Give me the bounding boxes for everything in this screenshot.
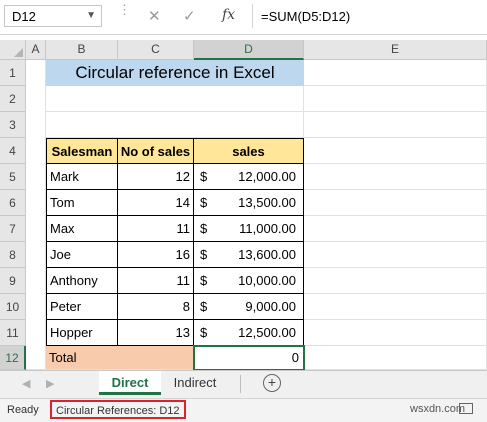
column-header-e[interactable]: E [304,40,487,60]
amount-value: 13,600.00 [238,247,296,262]
row-header[interactable]: 5 [0,164,26,190]
row-header[interactable]: 7 [0,216,26,242]
row-header[interactable]: 6 [0,190,26,216]
column-header-c[interactable]: C [118,40,194,60]
grid-cell[interactable] [304,164,487,190]
currency-symbol: $ [200,299,208,314]
grid-cell[interactable] [46,112,304,138]
salesman-cell[interactable]: Max [46,216,118,242]
grid-cell[interactable] [304,112,487,138]
row-header[interactable]: 8 [0,242,26,268]
currency-symbol: $ [200,273,208,288]
sales-amount-cell[interactable]: $12,500.00 [194,320,304,346]
column-header-b[interactable]: B [46,40,118,60]
amount-value: 13,500.00 [238,195,296,210]
header-sales[interactable]: sales [194,138,304,164]
row-header[interactable]: 10 [0,294,26,320]
amount-value: 11,000.00 [239,221,296,236]
grid-cell[interactable] [304,216,487,242]
check-icon[interactable]: ✓ [183,7,196,25]
amount-value: 12,500.00 [238,325,296,340]
row-header[interactable]: 3 [0,112,26,138]
currency-symbol: $ [200,169,208,184]
chevron-down-icon[interactable]: ▼ [86,10,96,21]
currency-symbol: $ [200,247,208,262]
circular-references-indicator[interactable]: Circular References: D12 [50,400,186,419]
cancel-icon[interactable]: ✕ [148,7,161,25]
sales-amount-cell[interactable]: $9,000.00 [194,294,304,320]
tab-indirect[interactable]: Indirect [163,371,227,395]
tab-divider [240,375,241,393]
sales-amount-cell[interactable]: $12,000.00 [194,164,304,190]
column-header-a[interactable]: A [26,40,46,60]
tab-direct[interactable]: Direct [99,371,161,395]
header-salesman[interactable]: Salesman [46,138,118,164]
formula-text: =SUM(D5:D12) [261,9,351,24]
tab-scroll-left-icon[interactable]: ◀ [22,377,30,390]
status-ready: Ready [7,404,39,416]
grid-cell[interactable] [46,86,304,112]
total-label-cell[interactable]: Total [46,346,194,370]
grid-cell[interactable] [304,346,487,370]
sales-count-cell[interactable]: 14 [118,190,194,216]
insert-function-icon[interactable]: fx [222,7,235,23]
row-header[interactable]: 11 [0,320,26,346]
row-header[interactable]: 1 [0,60,26,86]
salesman-cell[interactable]: Peter [46,294,118,320]
salesman-cell[interactable]: Anthony [46,268,118,294]
sales-count-cell[interactable]: 11 [118,268,194,294]
grid-cell[interactable] [304,86,487,112]
watermark: wsxdn.com [410,403,466,415]
grid-cell[interactable] [304,294,487,320]
name-box[interactable]: D12 ▼ [4,5,102,27]
sales-count-cell[interactable]: 11 [118,216,194,242]
currency-symbol: $ [200,221,208,236]
header-no-of-sales[interactable]: No of sales [118,138,194,164]
amount-value: 12,000.00 [238,169,296,184]
row-header[interactable]: 9 [0,268,26,294]
currency-symbol: $ [200,325,208,340]
sales-count-cell[interactable]: 12 [118,164,194,190]
normal-view-icon[interactable] [459,403,473,414]
sales-count-cell[interactable]: 13 [118,320,194,346]
salesman-cell[interactable]: Hopper [46,320,118,346]
formula-bar: D12 ▼ ⋮ ✕ ✓ fx =SUM(D5:D12) [0,0,487,35]
tab-scroll-right-icon[interactable]: ▶ [46,377,54,390]
column-header-d[interactable]: D [194,40,304,60]
sheet-tab-bar: ◀ ▶ Direct Indirect + [0,370,487,399]
row-header[interactable]: 12 [0,346,26,370]
sales-amount-cell[interactable]: $13,600.00 [194,242,304,268]
row-header[interactable]: 4 [0,138,26,164]
grid-cell[interactable] [304,138,487,164]
sales-count-cell[interactable]: 16 [118,242,194,268]
formula-input[interactable]: =SUM(D5:D12) [252,4,487,28]
grid-cell[interactable] [304,242,487,268]
grid-cell[interactable] [304,60,487,86]
active-cell-outline [193,345,305,371]
grid-cell[interactable] [304,268,487,294]
add-sheet-icon[interactable]: + [263,374,281,392]
column-a-cells[interactable] [26,60,46,370]
sales-amount-cell[interactable]: $13,500.00 [194,190,304,216]
grid-cell[interactable] [304,320,487,346]
sales-amount-cell[interactable]: $11,000.00 [194,216,304,242]
name-box-value: D12 [12,9,36,24]
amount-value: 9,000.00 [245,299,296,314]
row-header[interactable]: 2 [0,86,26,112]
salesman-cell[interactable]: Joe [46,242,118,268]
grip-dots-icon[interactable]: ⋮ [118,3,131,16]
amount-value: 10,000.00 [238,273,296,288]
sales-amount-cell[interactable]: $10,000.00 [194,268,304,294]
status-bar: Ready Circular References: D12 wsxdn.com [0,398,487,422]
select-all-button[interactable] [0,40,26,60]
currency-symbol: $ [200,195,208,210]
salesman-cell[interactable]: Mark [46,164,118,190]
sheet-title[interactable]: Circular reference in Excel [46,60,304,86]
grid-cell[interactable] [304,190,487,216]
sales-count-cell[interactable]: 8 [118,294,194,320]
salesman-cell[interactable]: Tom [46,190,118,216]
